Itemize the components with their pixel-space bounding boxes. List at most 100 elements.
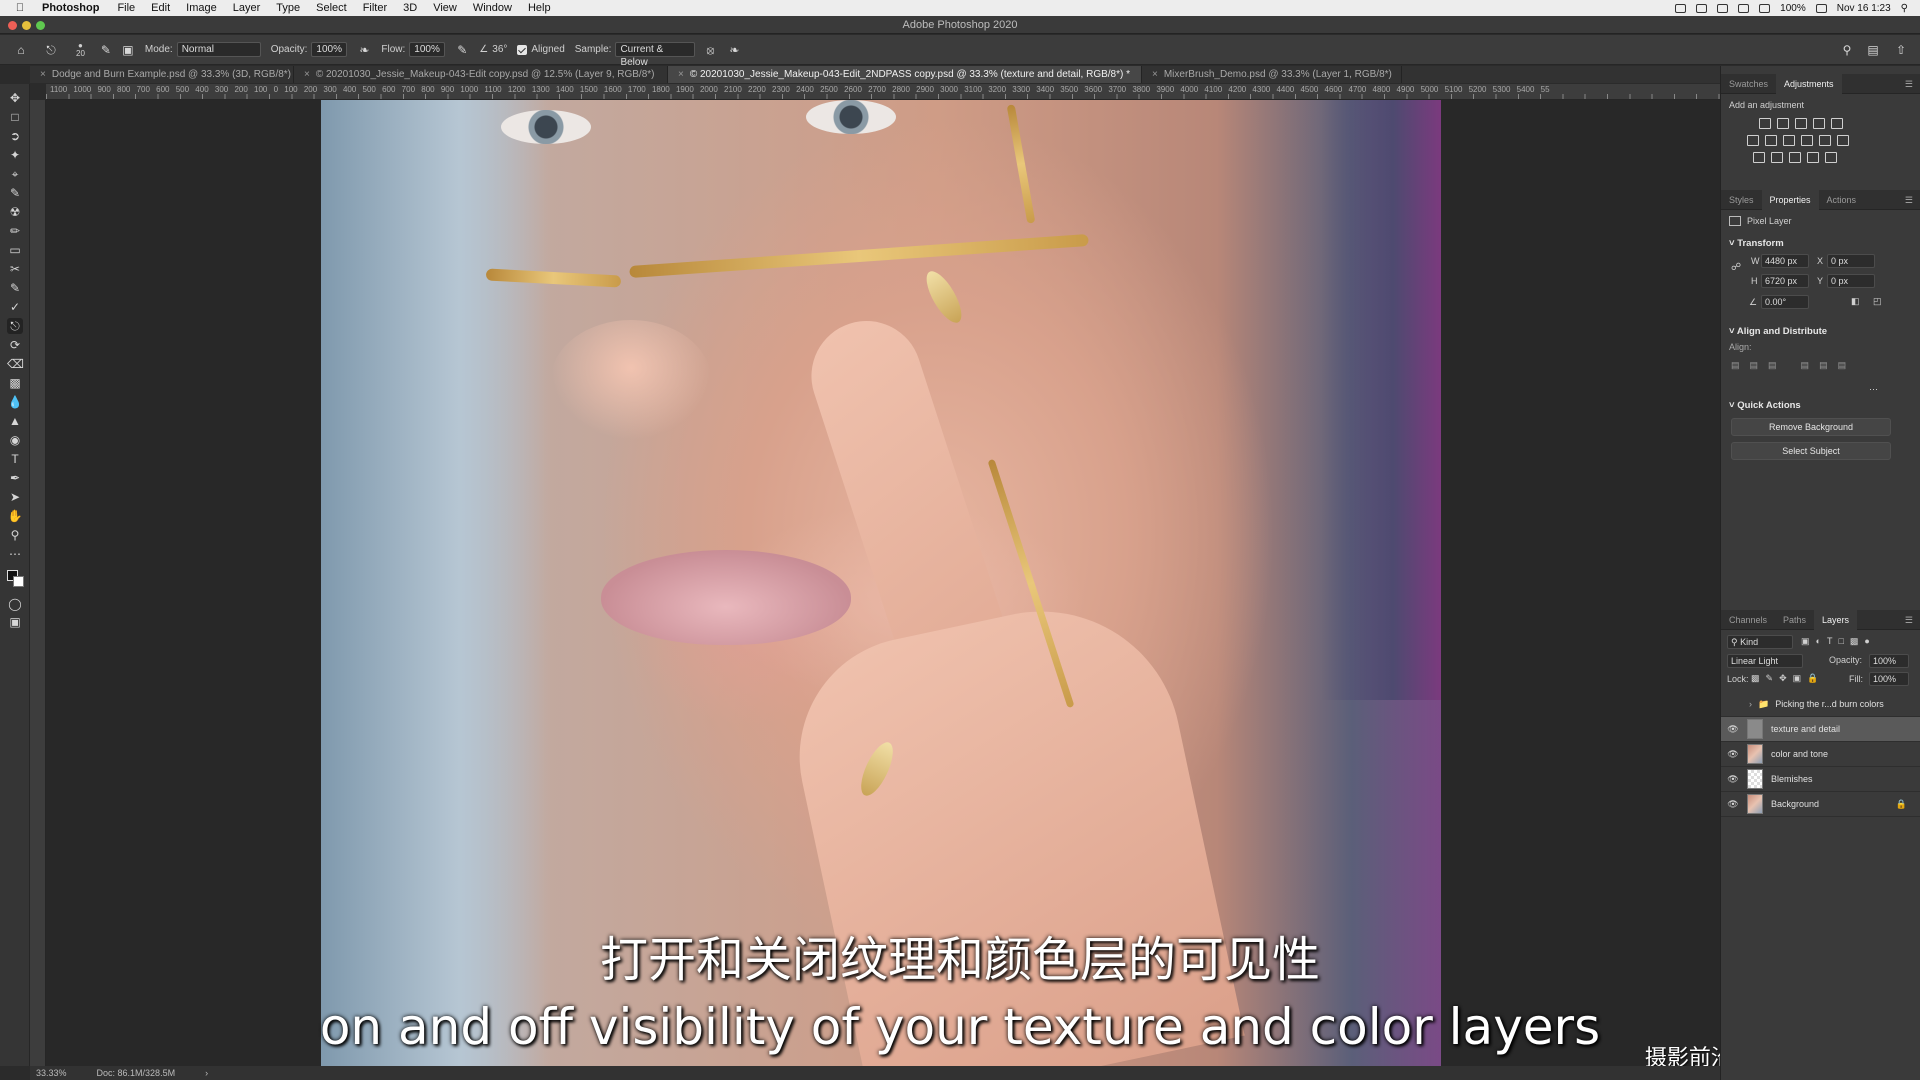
width-input[interactable]: 4480 px: [1761, 254, 1809, 268]
menu-window[interactable]: Window: [465, 2, 520, 14]
apple-menu-icon[interactable]: : [12, 2, 28, 14]
eye-visibility-icon[interactable]: 👁: [1725, 724, 1741, 735]
burn-tool-icon[interactable]: ◉: [7, 432, 23, 448]
clock[interactable]: Nov 16 1:23: [1837, 3, 1891, 14]
menu-app-name[interactable]: Photoshop: [28, 2, 109, 14]
move-tool-icon[interactable]: ✥: [7, 90, 23, 106]
home-icon[interactable]: ⌂: [14, 43, 28, 57]
fill-input[interactable]: 100%: [1869, 672, 1909, 686]
close-window-icon[interactable]: [8, 21, 17, 30]
healing-brush-tool-icon[interactable]: ☢: [7, 204, 23, 220]
layer-opacity-input[interactable]: 100%: [1869, 654, 1909, 668]
tab-actions[interactable]: Actions: [1819, 190, 1865, 210]
eye-visibility-icon[interactable]: 👁: [1725, 774, 1741, 785]
opacity-input[interactable]: 100%: [311, 42, 348, 57]
filter-pixel-icon[interactable]: ▣: [1801, 636, 1810, 647]
close-tab-icon[interactable]: ×: [678, 69, 684, 80]
close-tab-icon[interactable]: ×: [1152, 69, 1158, 80]
menu-type[interactable]: Type: [268, 2, 308, 14]
mode-select[interactable]: Normal: [176, 42, 261, 57]
lock-transparent-icon[interactable]: ▩: [1751, 673, 1760, 684]
clone-stamp-tool-icon[interactable]: ⎋: [7, 318, 23, 334]
tab-styles[interactable]: Styles: [1721, 190, 1762, 210]
menu-file[interactable]: File: [109, 2, 143, 14]
lock-position-icon[interactable]: ✥: [1779, 673, 1787, 684]
layer-kind-filter[interactable]: ⚲ Kind: [1727, 635, 1793, 649]
close-tab-icon[interactable]: ×: [304, 69, 310, 80]
pen-tool-icon[interactable]: ✒: [7, 470, 23, 486]
aligned-checkbox[interactable]: [517, 44, 528, 55]
filter-adjustment-icon[interactable]: ◐: [1816, 636, 1821, 647]
battery-icon[interactable]: [1815, 3, 1827, 13]
transform-section[interactable]: ˅ Transform: [1729, 238, 1784, 249]
type-tool-icon[interactable]: T: [7, 451, 23, 467]
gradient-tool-icon[interactable]: ▩: [7, 375, 23, 391]
quick-select-tool-icon[interactable]: ✦: [7, 147, 23, 163]
pencil-tool-icon[interactable]: ✎: [7, 280, 23, 296]
layer-row-blemishes[interactable]: 👁 Blemishes: [1721, 767, 1920, 792]
menu-view[interactable]: View: [425, 2, 465, 14]
lock-artboard-icon[interactable]: ▣: [1793, 673, 1802, 684]
curves-icon[interactable]: [1795, 118, 1807, 129]
menu-layer[interactable]: Layer: [225, 2, 269, 14]
tab-swatches[interactable]: Swatches: [1721, 74, 1776, 94]
menu-filter[interactable]: Filter: [355, 2, 395, 14]
pressure-opacity-icon[interactable]: ❧: [357, 43, 371, 57]
quick-mask-icon[interactable]: ◯: [7, 596, 23, 612]
display-icon[interactable]: [1717, 3, 1729, 13]
align-distribute-section[interactable]: ˅ Align and Distribute: [1729, 326, 1827, 337]
panel-menu-icon[interactable]: ☰: [1905, 195, 1913, 206]
tab-makeup-2ndpass[interactable]: × © 20201030_Jessie_Makeup-043-Edit_2NDPA…: [668, 66, 1142, 83]
minimize-window-icon[interactable]: [22, 21, 31, 30]
eraser-shape-tool-icon[interactable]: ▭: [7, 242, 23, 258]
align-bottom-icon[interactable]: ▤: [1838, 360, 1847, 371]
black-white-icon[interactable]: [1783, 135, 1795, 146]
tab-adjustments[interactable]: Adjustments: [1776, 73, 1842, 94]
marquee-tool-icon[interactable]: □: [7, 109, 23, 125]
align-top-icon[interactable]: ▤: [1801, 360, 1810, 371]
time-machine-icon[interactable]: [1738, 3, 1750, 13]
menu-help[interactable]: Help: [520, 2, 559, 14]
filter-type-icon[interactable]: T: [1827, 636, 1833, 647]
clone-stamp-preset-icon[interactable]: ⎋: [44, 43, 58, 57]
spotlight-icon[interactable]: ⚲: [1901, 3, 1908, 14]
lock-image-icon[interactable]: ✎: [1766, 673, 1774, 684]
filter-shape-icon[interactable]: □: [1838, 636, 1843, 647]
panel-menu-icon[interactable]: ☰: [1905, 615, 1913, 626]
angle-value[interactable]: 36°: [492, 44, 507, 55]
color-balance-icon[interactable]: [1765, 135, 1777, 146]
lasso-tool-icon[interactable]: ➲: [7, 128, 23, 144]
select-subject-button[interactable]: Select Subject: [1731, 442, 1891, 460]
history-brush-tool-icon[interactable]: ⟳: [7, 337, 23, 353]
link-dimensions-icon[interactable]: ☍: [1731, 262, 1741, 273]
x-input[interactable]: 0 px: [1827, 254, 1875, 268]
photo-filter-icon[interactable]: [1801, 135, 1813, 146]
zoom-window-icon[interactable]: [36, 21, 45, 30]
menu-3d[interactable]: 3D: [395, 2, 425, 14]
eraser-tool-icon[interactable]: ⌫: [7, 356, 24, 372]
menu-select[interactable]: Select: [308, 2, 355, 14]
exposure-icon[interactable]: [1813, 118, 1825, 129]
tab-paths[interactable]: Paths: [1775, 610, 1814, 630]
gradient-map-icon[interactable]: [1807, 152, 1819, 163]
flow-input[interactable]: 100%: [409, 42, 446, 57]
pressure-size-icon[interactable]: ❧: [727, 43, 741, 57]
threshold-icon[interactable]: [1789, 152, 1801, 163]
search-icon[interactable]: ⚲: [1840, 43, 1854, 57]
zoom-level[interactable]: 33.33%: [36, 1068, 67, 1078]
share-icon[interactable]: ⇧: [1894, 43, 1908, 57]
background-color-icon[interactable]: [13, 576, 24, 587]
menu-edit[interactable]: Edit: [143, 2, 178, 14]
brush-tool-icon[interactable]: ✏: [7, 223, 23, 239]
wifi-icon[interactable]: [1759, 3, 1771, 13]
ignore-adjustment-icon[interactable]: ⦻: [703, 43, 717, 57]
vibrance-icon[interactable]: [1831, 118, 1843, 129]
status-menu-chevron-icon[interactable]: ›: [205, 1068, 208, 1078]
color-swatches-icon[interactable]: [7, 570, 25, 588]
tab-layers[interactable]: Layers: [1814, 609, 1858, 630]
panel-menu-icon[interactable]: ☰: [1905, 79, 1913, 90]
selective-color-icon[interactable]: [1825, 152, 1837, 163]
layer-row-color-and-tone[interactable]: 👁 color and tone: [1721, 742, 1920, 767]
color-lookup-icon[interactable]: [1837, 135, 1849, 146]
menu-image[interactable]: Image: [178, 2, 225, 14]
